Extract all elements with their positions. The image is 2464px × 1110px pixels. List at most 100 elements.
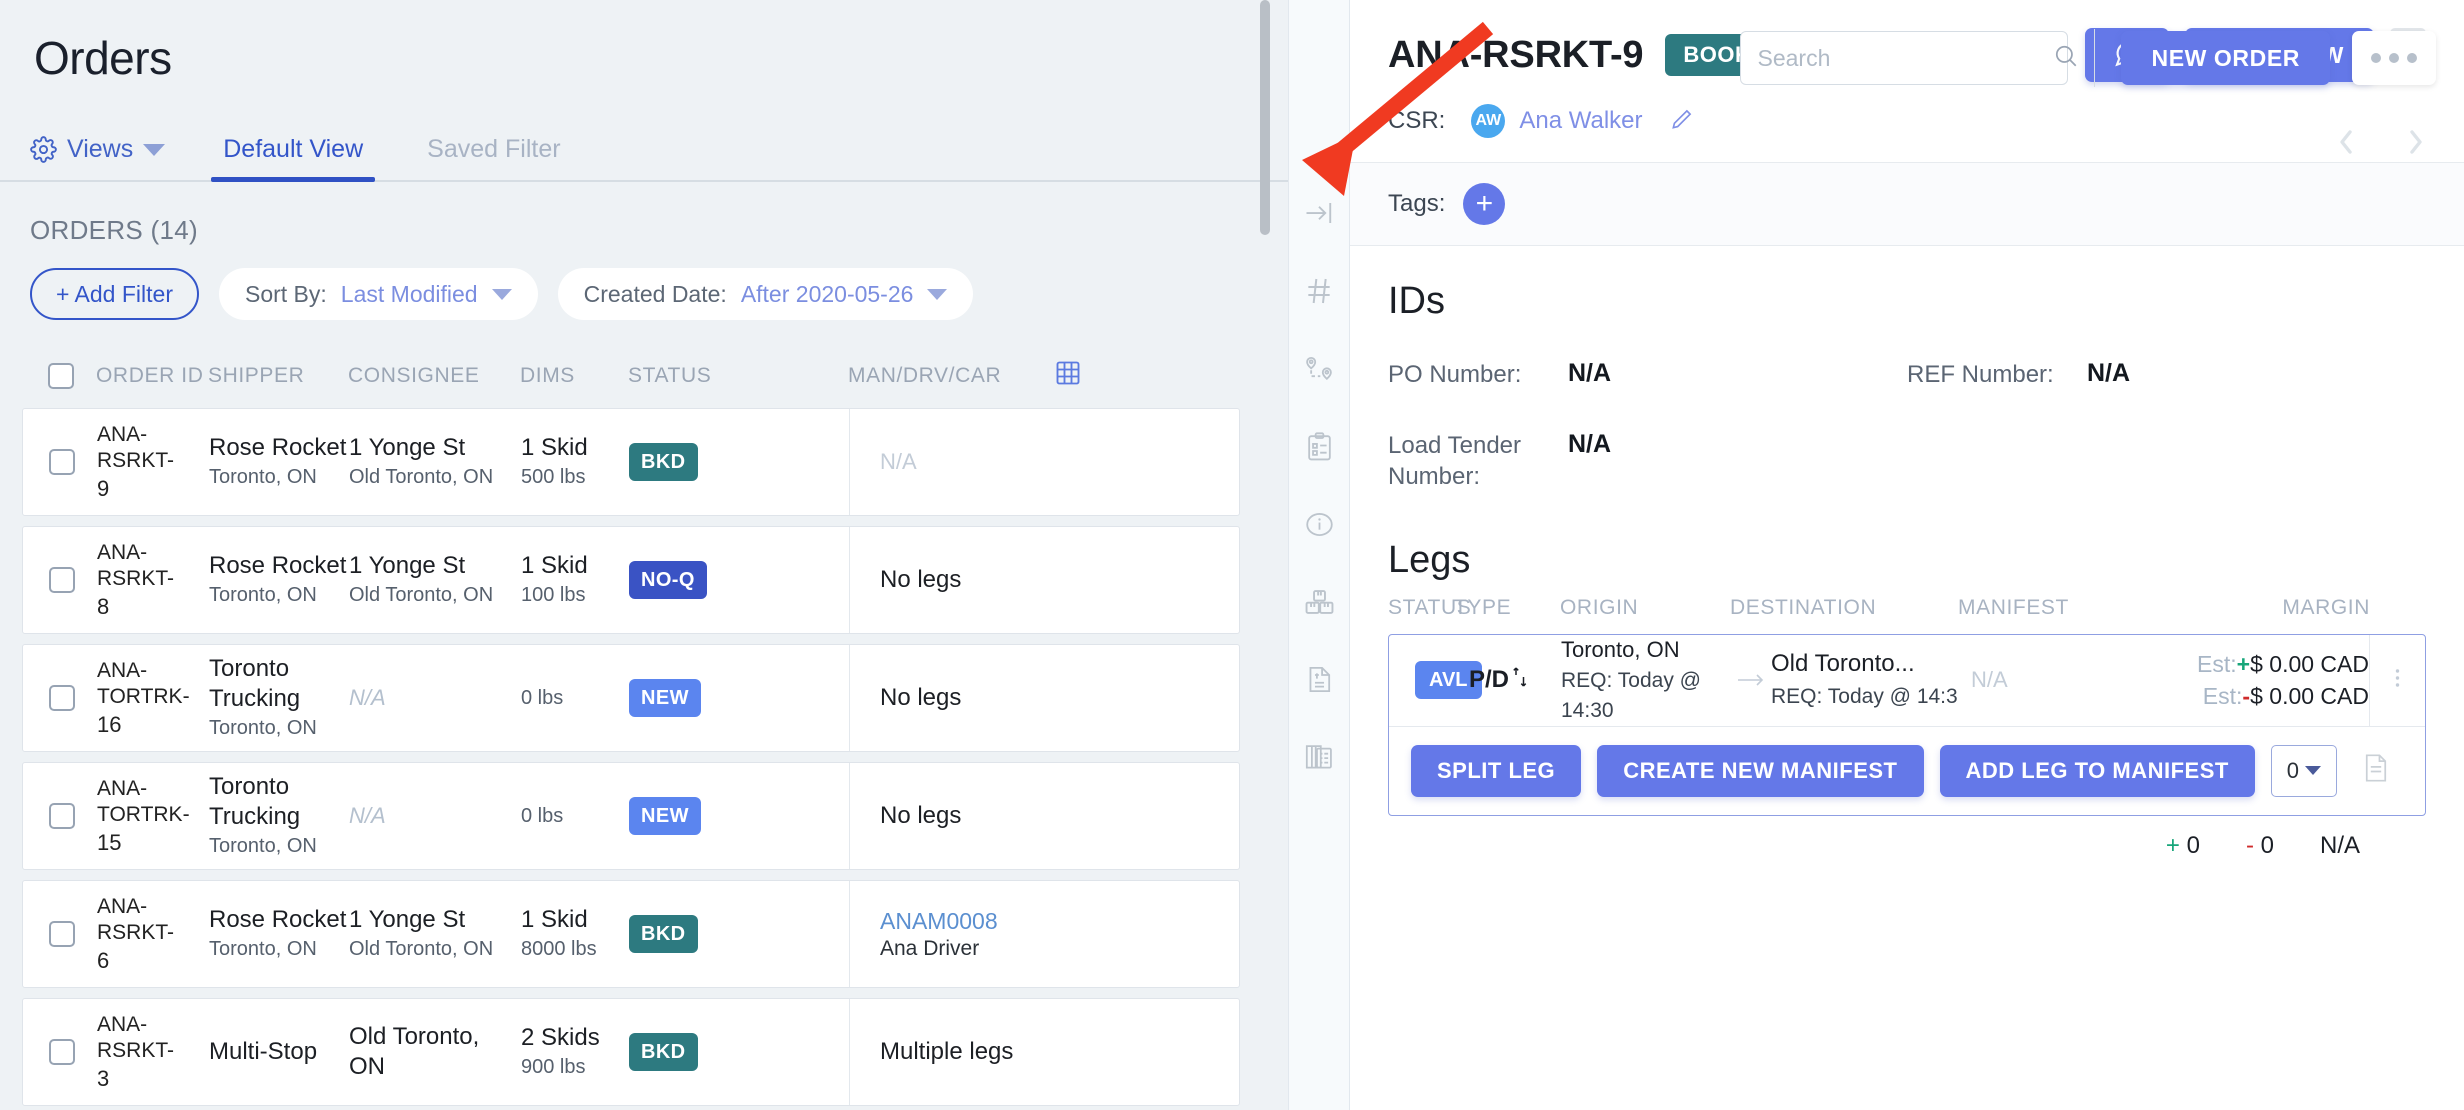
status-badge: BKD <box>629 915 698 953</box>
search-input[interactable] <box>1757 44 2054 72</box>
ids-section-title: IDs <box>1388 280 1445 322</box>
scrollbar-thumb[interactable] <box>1260 0 1270 235</box>
leg-type-cell: P/D <box>1455 666 1561 695</box>
view-tabbar: Views Default View Saved Filter <box>0 116 1288 182</box>
leg-margin-revenue-label: Est: <box>2197 650 2237 677</box>
global-more-button[interactable] <box>2352 31 2436 85</box>
add-leg-to-manifest-button[interactable]: ADD LEG TO MANIFEST <box>1939 744 2255 797</box>
leg-kebab-button[interactable] <box>2369 634 2425 726</box>
created-date-value: After 2020-05-26 <box>740 280 914 307</box>
row-checkbox[interactable] <box>49 685 75 711</box>
table-row[interactable]: ANA-RSRKT- 8 Rose Rocket Toronto, ON 1 Yonge… <box>22 526 1240 634</box>
info-circle-icon[interactable] <box>1304 509 1335 545</box>
totals-minus-value: 0 <box>2260 831 2274 859</box>
column-header-status[interactable]: STATUS <box>628 364 848 388</box>
hash-icon[interactable] <box>1303 275 1335 312</box>
chevron-right-icon[interactable] <box>2404 122 2430 167</box>
leg-quantity-value: 0 <box>2286 757 2299 783</box>
table-row[interactable]: ANA-TORTRK- 15 Toronto Trucking Toronto, ON… <box>22 762 1240 870</box>
column-header-consignee[interactable]: CONSIGNEE <box>348 364 520 388</box>
row-dims: 1 Skid 8000 lbs <box>521 905 629 963</box>
row-dims-weight: 0 lbs <box>521 805 564 827</box>
table-row[interactable]: ANA-TORTRK- 16 Toronto Trucking Toronto, ON… <box>22 644 1240 752</box>
row-consignee: N/A <box>349 685 521 711</box>
gear-icon <box>30 136 57 163</box>
order-detail-pane: ANA-RSRKT-9 BOOKED FULL VIE <box>1350 0 2464 1110</box>
row-order-id: ANA-RSRKT- 6 <box>97 894 209 974</box>
chevron-left-icon[interactable] <box>2332 122 2358 167</box>
table-columns-icon[interactable] <box>1054 359 1082 393</box>
detail-pager <box>2332 122 2430 167</box>
views-label: Views <box>67 135 134 163</box>
row-shipper-location: Toronto, ON <box>209 835 317 857</box>
documents-stack-icon[interactable] <box>1303 742 1336 778</box>
totals-net-value: N/A <box>2319 831 2360 859</box>
leg-quantity-select[interactable]: 0 <box>2270 744 2337 797</box>
chevron-down-icon <box>491 288 512 300</box>
search-box[interactable] <box>1740 31 2077 85</box>
row-shipper: Toronto Trucking Toronto, ON <box>209 654 349 742</box>
legs-column-status: STATUS <box>1388 595 1472 619</box>
table-row[interactable]: ANA-RSRKT- 3 Multi-Stop Old Toronto, ON 2 Sk… <box>22 998 1240 1106</box>
row-order-id: ANA-TORTRK- 15 <box>97 776 209 856</box>
row-checkbox[interactable] <box>49 921 75 947</box>
split-leg-button[interactable]: SPLIT LEG <box>1411 744 1582 797</box>
row-manifest-link[interactable]: ANAM0008 <box>880 908 998 934</box>
sort-by-chip[interactable]: Sort By: Last Modified <box>218 268 538 320</box>
row-order-id: ANA-RSRKT- 9 <box>97 422 209 502</box>
orders-table-body: ANA-RSRKT- 9 Rose Rocket Toronto, ON 1 Yonge… <box>0 408 1288 1106</box>
boxes-icon[interactable] <box>1303 587 1336 622</box>
table-row[interactable]: ANA-RSRKT- 6 Rose Rocket Toronto, ON 1 Yonge… <box>22 880 1240 988</box>
row-order-id: ANA-RSRKT- 8 <box>97 540 209 620</box>
leg-row[interactable]: AVL P/D Toronto, ON REQ: Today @ 14:30 O… <box>1389 634 2425 727</box>
legs-section-title: Legs <box>1388 538 1471 581</box>
ids-column-right: REF Number: N/A <box>1907 359 2426 533</box>
create-new-manifest-button[interactable]: CREATE NEW MANIFEST <box>1597 744 1924 797</box>
row-consignee-name: N/A <box>349 803 386 828</box>
pencil-icon[interactable] <box>1669 106 1695 137</box>
column-header-order-id[interactable]: ORDER ID <box>96 364 208 388</box>
row-shipper-location: Toronto, ON <box>209 584 317 606</box>
csr-name-link[interactable]: Ana Walker <box>1519 107 1642 135</box>
table-row[interactable]: ANA-RSRKT- 9 Rose Rocket Toronto, ON 1 Yonge… <box>22 408 1240 516</box>
column-header-shipper[interactable]: SHIPPER <box>208 364 348 388</box>
sort-by-label: Sort By: <box>244 280 327 307</box>
row-checkbox[interactable] <box>49 1039 75 1065</box>
row-dims-weight: 900 lbs <box>521 1056 586 1078</box>
new-order-button[interactable]: NEW ORDER <box>2121 31 2330 85</box>
select-all-checkbox[interactable] <box>48 363 74 389</box>
row-shipper: Rose Rocket Toronto, ON <box>209 551 349 609</box>
csr-label: CSR: <box>1388 107 1446 134</box>
route-pins-icon[interactable] <box>1302 354 1336 389</box>
clipboard-checklist-icon[interactable] <box>1304 431 1335 467</box>
row-man-drv-car: No legs <box>849 763 1239 869</box>
leg-margin-minus-sign: - <box>2242 683 2251 710</box>
orders-scrollbar[interactable] <box>1260 0 1270 640</box>
add-tag-button[interactable]: + <box>1463 183 1506 225</box>
row-dims: 0 lbs <box>521 802 629 830</box>
row-consignee: 1 Yonge St Old Toronto, ON <box>349 551 521 609</box>
row-legs-value: Multiple legs <box>880 1038 1014 1065</box>
row-checkbox[interactable] <box>49 449 75 475</box>
load-tender-label: Load Tender Number: <box>1388 432 1522 491</box>
column-header-dims[interactable]: DIMS <box>520 364 628 388</box>
add-filter-button[interactable]: + Add Filter <box>30 268 199 320</box>
totals-minus-sign: - <box>2245 831 2254 859</box>
created-date-chip[interactable]: Created Date: After 2020-05-26 <box>557 268 974 320</box>
row-dims-weight: 8000 lbs <box>521 938 597 960</box>
views-dropdown[interactable]: Views <box>30 135 166 180</box>
row-dims-main: 1 Skid <box>521 434 588 461</box>
invoice-document-icon[interactable] <box>1304 664 1335 700</box>
tab-default-view[interactable]: Default View <box>211 135 376 182</box>
row-checkbox[interactable] <box>49 567 75 593</box>
row-consignee-name: 1 Yonge St <box>349 434 466 461</box>
tab-saved-filter[interactable]: Saved Filter <box>415 135 572 180</box>
ellipsis-icon <box>2389 53 2399 63</box>
legs-column-margin: MARGIN <box>2282 595 2370 619</box>
column-header-man-drv-car[interactable]: MAN/DRV/CAR <box>848 364 1028 388</box>
row-legs-value: No legs <box>880 802 962 829</box>
collapse-panel-icon[interactable] <box>1302 198 1336 233</box>
row-checkbox[interactable] <box>49 803 75 829</box>
leg-origin-req: REQ: Today @ 14:30 <box>1561 668 1701 722</box>
note-icon[interactable] <box>2363 753 2389 788</box>
